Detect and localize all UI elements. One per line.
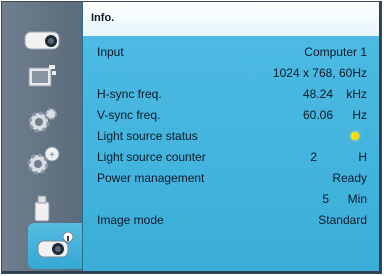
light-status-label: Light source status (97, 129, 198, 143)
info-row-input: Input Computer 1 (97, 42, 367, 62)
menu-sidebar: + (2, 2, 82, 271)
input-value: Computer 1 (304, 45, 367, 59)
sidebar-item-expanded-settings[interactable]: + (20, 146, 64, 176)
light-counter-label: Light source counter (97, 150, 206, 164)
image-mode-label: Image mode (97, 213, 164, 227)
info-panel: Info. Input Computer 1 1024 x 768, 60Hz … (82, 2, 379, 271)
hsync-unit: kHz (346, 87, 367, 101)
light-status-indicator-icon (351, 132, 359, 140)
light-counter-value: 2 (310, 150, 317, 164)
hsync-value: 48.24 (302, 87, 333, 101)
power-label: Power management (97, 171, 205, 185)
display-icon (28, 65, 56, 87)
vsync-label: V-sync freq. (97, 108, 161, 122)
vsync-unit: Hz (352, 108, 367, 122)
sidebar-item-image-adjust[interactable] (20, 24, 64, 54)
image-mode-value: Standard (318, 213, 367, 227)
info-row-power-time: 5 Min (97, 189, 367, 209)
hsync-label: H-sync freq. (97, 87, 162, 101)
info-row-hsync: H-sync freq. 48.24 kHz (97, 84, 367, 104)
light-counter-unit: H (358, 150, 367, 164)
sidebar-item-settings[interactable] (20, 106, 64, 136)
info-row-resolution: 1024 x 768, 60Hz (97, 63, 367, 83)
expanded-settings-icon: + (27, 146, 60, 175)
vsync-value: 60.06 (302, 108, 333, 122)
panel-header: Info. (83, 2, 379, 36)
image-adjust-icon (24, 31, 60, 50)
info-row-light-counter: Light source counter 2 H (97, 147, 367, 167)
panel-title: Info. (91, 12, 115, 24)
power-time-value: 5 (322, 192, 329, 206)
sidebar-item-info[interactable] (28, 223, 82, 269)
sidebar-item-usb[interactable] (20, 194, 64, 224)
info-row-image-mode: Image mode Standard (97, 210, 367, 230)
power-value: Ready (332, 171, 367, 185)
info-row-power: Power management Ready (97, 168, 367, 188)
info-icon (37, 231, 74, 258)
usb-icon (34, 195, 50, 222)
settings-gear-icon (28, 108, 57, 133)
power-time-unit: Min (347, 192, 367, 206)
info-row-light-status: Light source status (97, 126, 367, 146)
input-label: Input (97, 45, 124, 59)
info-row-vsync: V-sync freq. 60.06 Hz (97, 105, 367, 125)
resolution-value: 1024 x 768, 60Hz (272, 66, 367, 80)
svg-text:+: + (49, 150, 55, 161)
sidebar-item-display[interactable] (20, 62, 64, 92)
